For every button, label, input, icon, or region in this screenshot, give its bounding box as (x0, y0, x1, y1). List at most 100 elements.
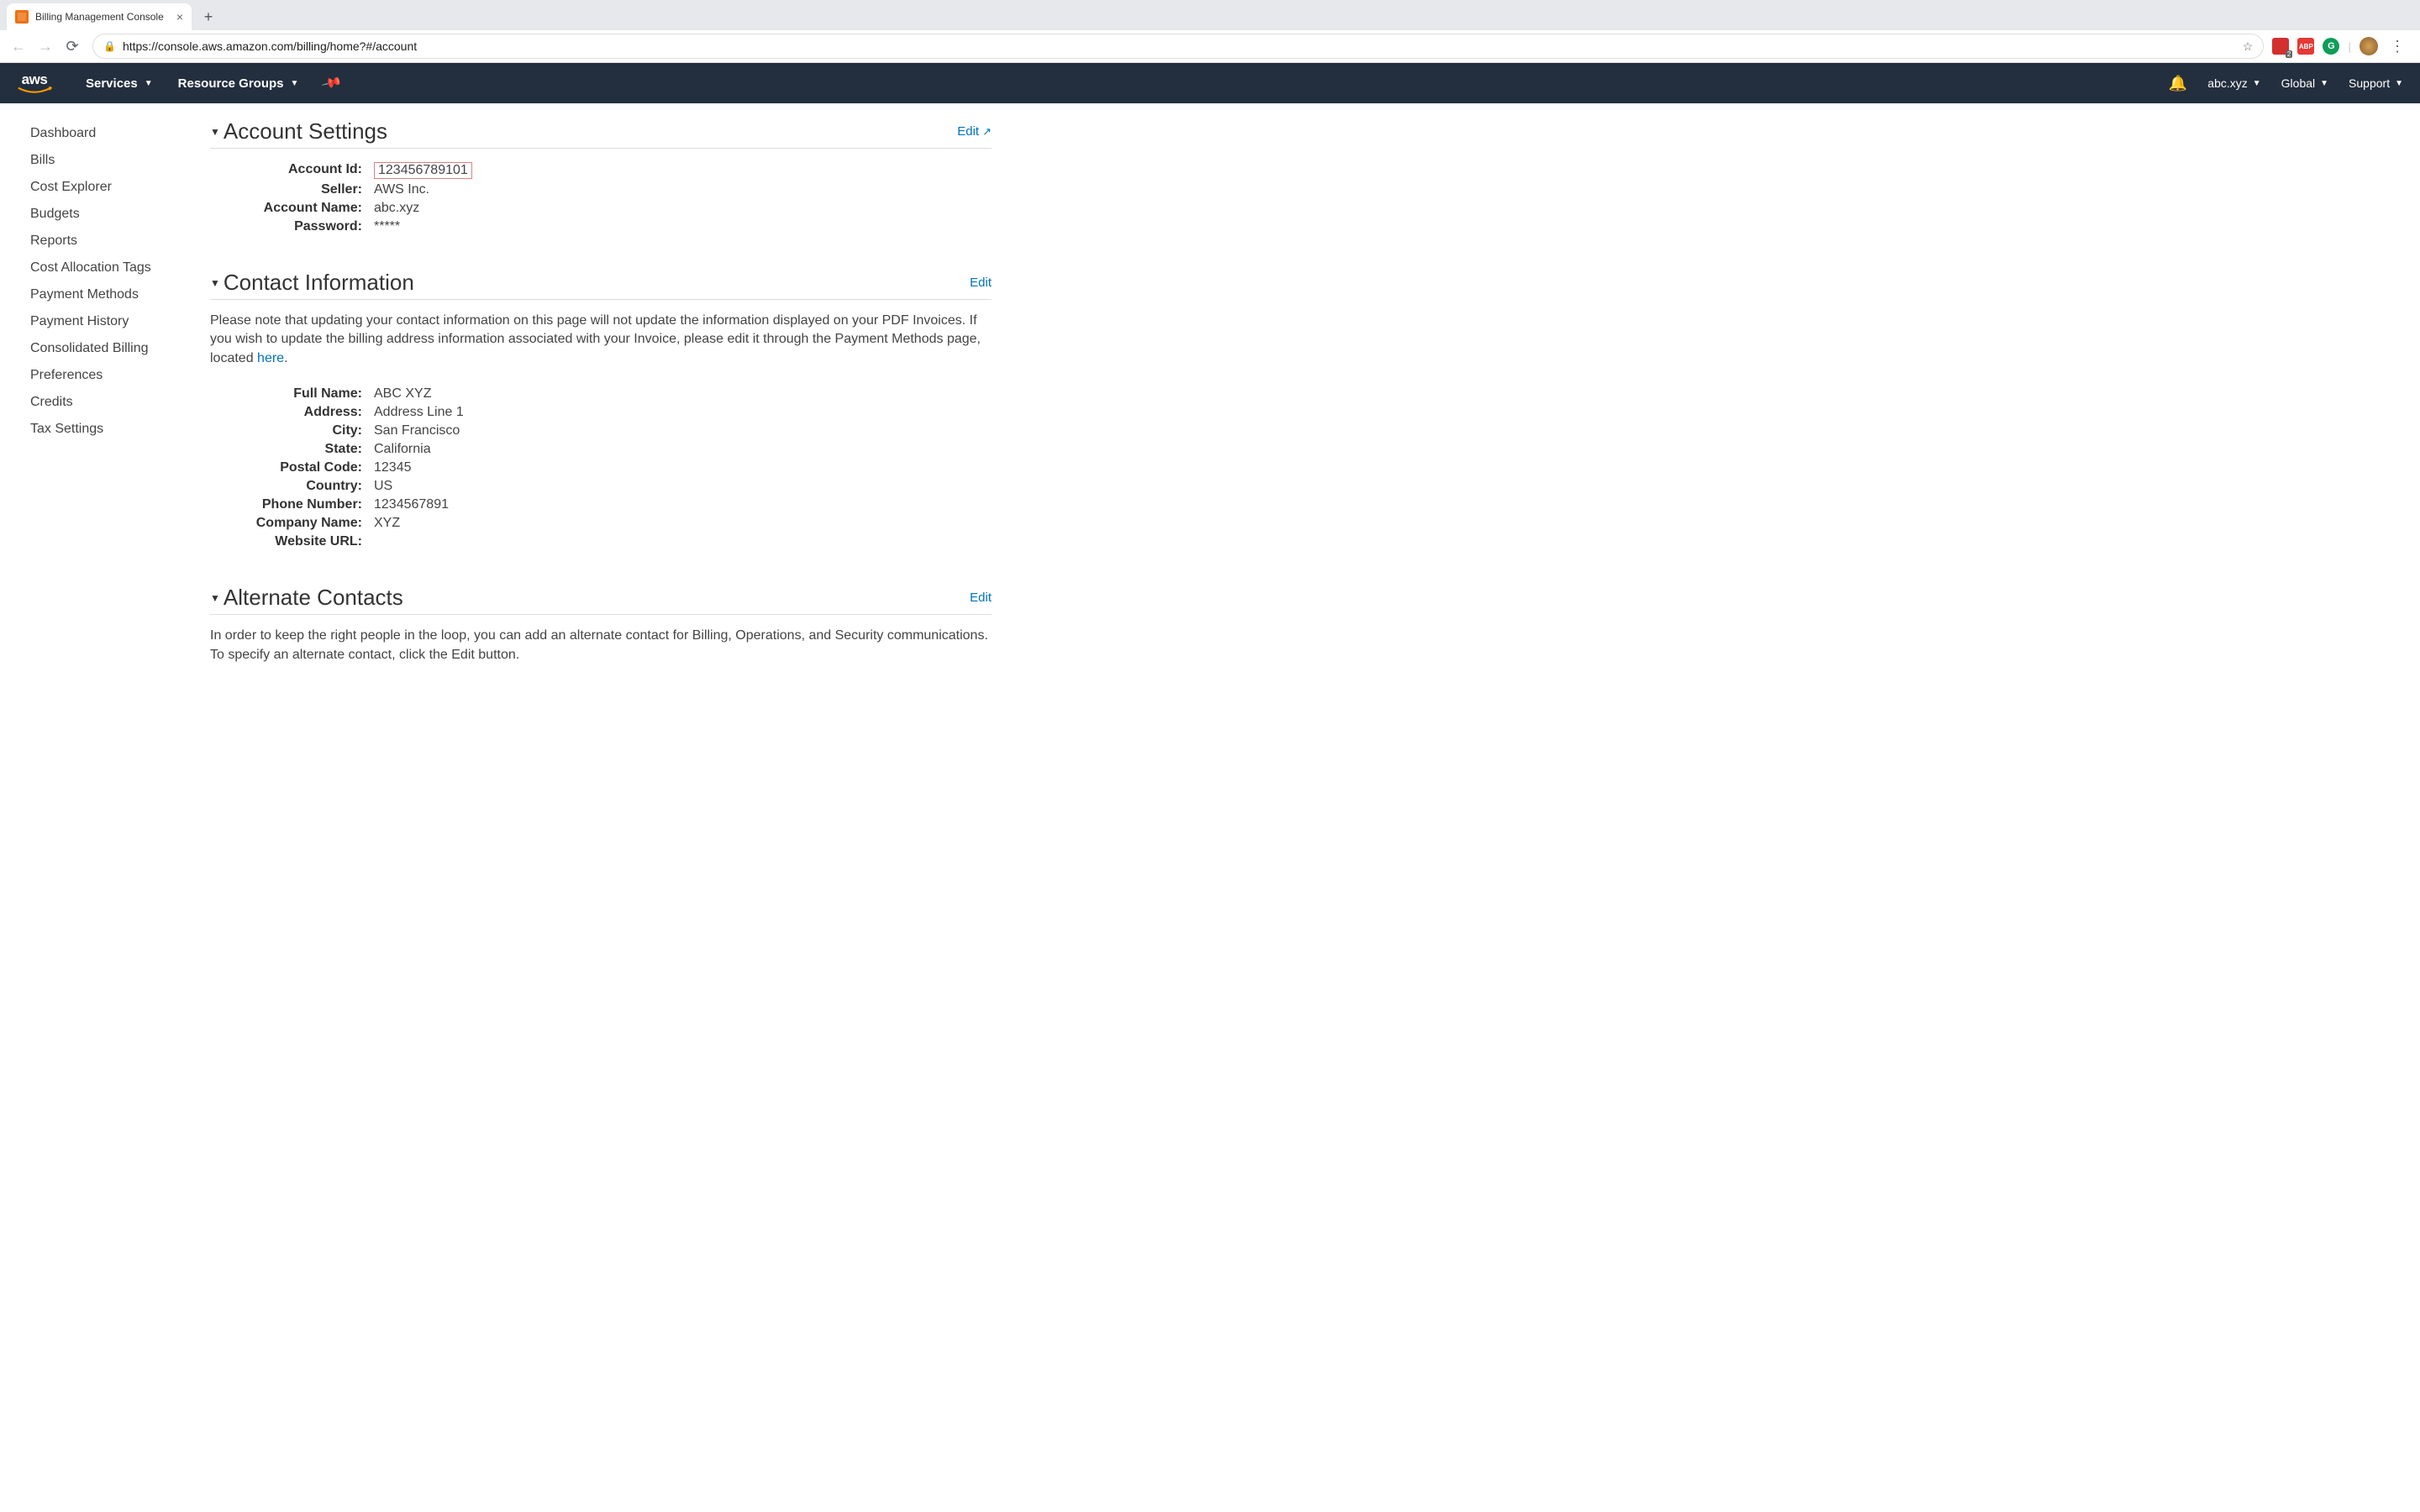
section-alternate-contacts: ▼ Alternate Contacts Edit In order to ke… (210, 585, 992, 664)
section-contact-information: ▼ Contact Information Edit Please note t… (210, 270, 992, 551)
edit-alternate-link[interactable]: Edit (970, 591, 992, 605)
field-website: Website URL: (252, 533, 992, 551)
label: Phone Number: (252, 497, 374, 512)
field-city: City: San Francisco (252, 422, 992, 440)
services-label: Services (86, 76, 138, 91)
section-title: Account Settings (224, 118, 957, 144)
field-company: Company Name: XYZ (252, 514, 992, 533)
section-header: ▼ Contact Information Edit (210, 270, 992, 300)
section-header: ▼ Alternate Contacts Edit (210, 585, 992, 615)
value: 123456789101 (374, 162, 472, 179)
label: Website URL: (252, 534, 374, 549)
sidebar-item-cost-explorer[interactable]: Cost Explorer (30, 174, 210, 201)
label: City: (252, 423, 374, 438)
value: US (374, 479, 392, 494)
sidebar-item-payment-history[interactable]: Payment History (30, 308, 210, 335)
reload-button[interactable]: ⟳ (60, 34, 84, 58)
contact-note: Please note that updating your contact i… (210, 312, 992, 368)
payment-methods-here-link[interactable]: here (257, 351, 284, 365)
sidebar-item-tax-settings[interactable]: Tax Settings (30, 416, 210, 443)
tab-favicon-icon (15, 10, 29, 24)
value: San Francisco (374, 423, 460, 438)
value: AWS Inc. (374, 182, 429, 197)
label: Full Name: (252, 386, 374, 402)
field-password: Password: ***** (252, 218, 992, 236)
lock-icon: 🔒 (103, 40, 116, 52)
pin-button[interactable]: 📌 (324, 75, 340, 92)
star-icon[interactable]: ☆ (2243, 39, 2254, 54)
chevron-down-icon: ▼ (291, 79, 299, 88)
chevron-down-icon: ▼ (2320, 79, 2328, 88)
field-postal: Postal Code: 12345 (252, 459, 992, 477)
field-seller: Seller: AWS Inc. (252, 181, 992, 199)
sidebar-item-dashboard[interactable]: Dashboard (30, 120, 210, 147)
browser-tab[interactable]: Billing Management Console × (7, 3, 192, 30)
field-account-id: Account Id: 123456789101 (252, 160, 992, 181)
sidebar-item-preferences[interactable]: Preferences (30, 362, 210, 389)
aws-logo[interactable]: aws (17, 71, 52, 95)
chevron-down-icon: ▼ (2395, 79, 2403, 88)
browser-menu-button[interactable]: ⋮ (2386, 38, 2408, 55)
back-button[interactable]: ← (7, 34, 30, 58)
note-text: Please note that updating your contact i… (210, 313, 981, 365)
collapse-toggle-icon[interactable]: ▼ (210, 277, 220, 289)
support-label: Support (2349, 76, 2390, 90)
toolbar-right: 2 ABP G | ⋮ (2272, 37, 2413, 55)
value: California (374, 442, 431, 457)
section-header: ▼ Account Settings Edit ↗ (210, 118, 992, 149)
alternate-note: In order to keep the right people in the… (210, 627, 992, 664)
chevron-down-icon: ▼ (145, 79, 153, 88)
aws-smile-icon (17, 87, 52, 95)
abp-extension-icon[interactable]: ABP (2297, 38, 2314, 55)
extension-icon[interactable]: 2 (2272, 38, 2289, 55)
main-content: ▼ Account Settings Edit ↗ Account Id: 12… (210, 103, 1017, 732)
label: Seller: (252, 182, 374, 197)
edit-account-settings-link[interactable]: Edit ↗ (957, 124, 992, 139)
region-menu[interactable]: Global ▼ (2281, 76, 2328, 90)
separator: | (2348, 39, 2351, 53)
value: 12345 (374, 460, 412, 475)
highlighted-account-id: 123456789101 (374, 162, 472, 179)
account-menu[interactable]: abc.xyz ▼ (2207, 76, 2260, 90)
bell-icon: 🔔 (2169, 75, 2187, 92)
grammarly-extension-icon[interactable]: G (2323, 38, 2339, 55)
aws-logo-text: aws (22, 71, 48, 88)
value: abc.xyz (374, 201, 419, 216)
profile-avatar[interactable] (2360, 37, 2378, 55)
external-link-icon: ↗ (982, 125, 992, 139)
field-account-name: Account Name: abc.xyz (252, 199, 992, 218)
sidebar-item-cost-allocation-tags[interactable]: Cost Allocation Tags (30, 255, 210, 281)
address-bar[interactable]: 🔒 https://console.aws.amazon.com/billing… (92, 34, 2264, 59)
label: Password: (252, 219, 374, 234)
collapse-toggle-icon[interactable]: ▼ (210, 592, 220, 604)
edit-contact-link[interactable]: Edit (970, 276, 992, 290)
field-state: State: California (252, 440, 992, 459)
collapse-toggle-icon[interactable]: ▼ (210, 126, 220, 138)
sidebar-item-budgets[interactable]: Budgets (30, 201, 210, 228)
section-account-settings: ▼ Account Settings Edit ↗ Account Id: 12… (210, 118, 992, 236)
sidebar-item-payment-methods[interactable]: Payment Methods (30, 281, 210, 308)
value: ***** (374, 219, 400, 234)
services-menu[interactable]: Services ▼ (86, 76, 153, 91)
sidebar-item-consolidated-billing[interactable]: Consolidated Billing (30, 335, 210, 362)
sidebar-item-credits[interactable]: Credits (30, 389, 210, 416)
value: ABC XYZ (374, 386, 431, 402)
support-menu[interactable]: Support ▼ (2349, 76, 2403, 90)
tab-title: Billing Management Console (35, 11, 164, 23)
sidebar-item-bills[interactable]: Bills (30, 147, 210, 174)
section-title: Contact Information (224, 270, 970, 296)
new-tab-button[interactable]: + (197, 5, 220, 29)
tab-bar: Billing Management Console × + (0, 0, 2420, 30)
notifications-button[interactable]: 🔔 (2169, 75, 2187, 92)
chevron-down-icon: ▼ (2253, 79, 2261, 88)
label: Country: (252, 479, 374, 494)
resource-groups-menu[interactable]: Resource Groups ▼ (178, 76, 299, 91)
tab-close-button[interactable]: × (168, 10, 183, 24)
account-settings-fields: Account Id: 123456789101 Seller: AWS Inc… (252, 160, 992, 236)
sidebar-item-reports[interactable]: Reports (30, 228, 210, 255)
account-label: abc.xyz (2207, 76, 2247, 90)
sidebar: Dashboard Bills Cost Explorer Budgets Re… (0, 103, 210, 732)
forward-button[interactable]: → (34, 34, 57, 58)
value: 1234567891 (374, 497, 449, 512)
field-country: Country: US (252, 477, 992, 496)
